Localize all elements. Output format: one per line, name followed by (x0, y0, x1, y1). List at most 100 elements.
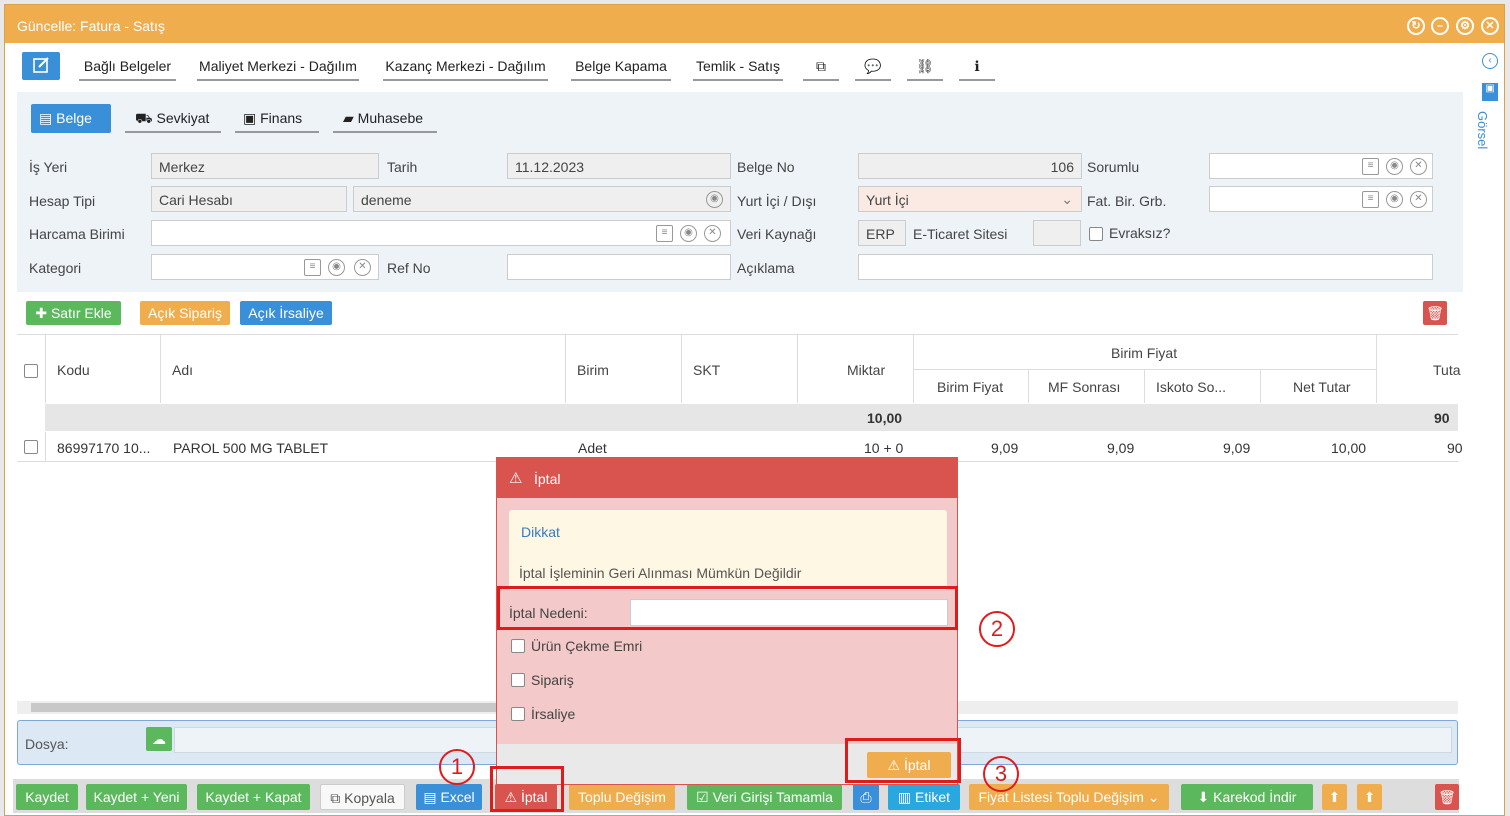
kategori-field[interactable]: ≡ ◉ ✕ (151, 254, 379, 280)
satir-ekle-button[interactable]: ✚ Satır Ekle (26, 301, 121, 325)
belge-no-field[interactable]: 106 (858, 153, 1082, 179)
eye-icon[interactable]: ◉ (1386, 191, 1403, 208)
aciklama-field[interactable] (858, 254, 1433, 280)
print-icon[interactable]: ⎙ (853, 784, 879, 810)
tab-finans[interactable]: ▣ Finans (235, 104, 319, 133)
veri-kaynagi-field[interactable]: ERP (858, 220, 906, 246)
copy-doc-icon[interactable]: ⧉ (803, 53, 839, 81)
row-adi: PAROL 500 MG TABLET (173, 440, 329, 456)
window-title: Güncelle: Fatura - Satış (17, 18, 165, 34)
refresh-icon[interactable]: ↻ (1407, 17, 1425, 35)
delete-icon[interactable]: 🗑 (1435, 784, 1459, 810)
harcama-field[interactable]: ≡ ◉ ✕ (151, 220, 731, 246)
book-icon: ▰ (343, 110, 358, 126)
sorumlu-field[interactable]: ≡ ◉ ✕ (1209, 153, 1433, 179)
edit-button[interactable] (22, 52, 60, 80)
clear-icon[interactable]: ✕ (1410, 191, 1427, 208)
ref-no-label: Ref No (387, 260, 431, 276)
cari-field[interactable]: deneme ◉ (353, 186, 731, 212)
upload-icon[interactable]: ⬆ (1322, 784, 1347, 810)
col-tutar[interactable]: Tuta (1433, 362, 1461, 378)
info-icon[interactable]: ℹ (959, 53, 995, 81)
clear-icon[interactable]: ✕ (1410, 158, 1427, 175)
col-miktar[interactable]: Miktar (847, 362, 885, 378)
plus-icon: ✚ (35, 305, 51, 321)
kategori-label: Kategori (29, 260, 82, 276)
kopyala-button[interactable]: ⧉ Kopyala (320, 784, 405, 810)
linked-docs-link[interactable]: Bağlı Belgeler (79, 53, 176, 81)
doc-close-link[interactable]: Belge Kapama (571, 53, 671, 81)
eye-icon[interactable]: ◉ (706, 191, 723, 208)
col-birim-fiyat[interactable]: Birim Fiyat (937, 379, 1003, 395)
upload-alt-icon[interactable]: ⬆ (1357, 784, 1382, 810)
settings-icon[interactable]: ⚙ (1456, 17, 1474, 35)
tab-muhasebe[interactable]: ▰ Muhasebe (333, 104, 437, 133)
truck-icon: ⛟ (135, 110, 157, 126)
acik-siparis-button[interactable]: Açık Sipariş (140, 301, 230, 325)
collapse-icon[interactable]: ‹ (1482, 53, 1498, 69)
eye-icon[interactable]: ◉ (1386, 158, 1403, 175)
list-icon[interactable]: ≡ (1362, 158, 1379, 175)
tab-belge[interactable]: ▤ Belge (31, 104, 111, 133)
kaydet-button[interactable]: Kaydet (16, 784, 78, 810)
annotation-circle-2: 2 (979, 611, 1015, 647)
profit-center-link[interactable]: Kazanç Merkezi - Dağılım (383, 53, 548, 81)
close-icon[interactable]: ✕ (1481, 17, 1499, 35)
row-mf-sonrasi: 9,09 (1107, 440, 1135, 456)
col-kodu[interactable]: Kodu (57, 362, 90, 378)
kaydet-yeni-button[interactable]: Kaydet + Yeni (86, 784, 187, 810)
eye-icon[interactable]: ◉ (328, 259, 345, 276)
clear-icon[interactable]: ✕ (354, 259, 371, 276)
col-skt[interactable]: SKT (693, 362, 720, 378)
list-icon[interactable]: ≡ (304, 259, 321, 276)
document-icon: ▤ (39, 110, 57, 126)
irsaliye-checkbox[interactable] (511, 707, 525, 721)
karekod-button[interactable]: ⬇ Karekod İndir (1181, 784, 1313, 810)
col-iskoto[interactable]: Iskoto So... (1156, 379, 1226, 395)
row-checkbox[interactable] (24, 440, 38, 454)
evraksiz-checkbox[interactable] (1089, 227, 1103, 241)
excel-button[interactable]: ▤ Excel (416, 784, 482, 810)
warning-icon: ⚠ (509, 470, 523, 487)
tab-sevkiyat[interactable]: ⛟ Sevkiyat (125, 104, 221, 133)
fat-bir-field[interactable]: ≡ ◉ ✕ (1209, 186, 1433, 212)
minimize-icon[interactable]: – (1431, 17, 1449, 35)
trash-icon[interactable]: 🗑 (1423, 301, 1447, 325)
sorumlu-label: Sorumlu (1087, 159, 1140, 175)
comment-icon[interactable]: 💬 (855, 53, 891, 81)
list-icon[interactable]: ≡ (1362, 191, 1379, 208)
veri-girisi-button[interactable]: ☑ Veri Girişi Tamamla (687, 784, 842, 810)
link-icon[interactable]: ⛓ (907, 53, 943, 81)
evraksiz-label: Evraksız? (1109, 225, 1171, 241)
eye-icon[interactable]: ◉ (680, 225, 697, 242)
scroll-thumb[interactable] (31, 703, 501, 712)
yurt-select[interactable]: Yurt İçi ⌄ (858, 186, 1082, 212)
upload-cloud-icon[interactable]: ☁ (146, 727, 172, 751)
acik-irsaliye-button[interactable]: Açık İrsaliye (240, 301, 332, 325)
col-net-tutar[interactable]: Net Tutar (1293, 379, 1351, 395)
cost-center-link[interactable]: Maliyet Merkezi - Dağılım (197, 53, 359, 81)
list-icon[interactable]: ≡ (656, 225, 673, 242)
kaydet-kapat-button[interactable]: Kaydet + Kapat (197, 784, 310, 810)
ref-no-field[interactable] (507, 254, 731, 280)
gorsel-label[interactable]: Görsel (1475, 111, 1490, 149)
image-icon[interactable]: ▣ (1482, 83, 1498, 101)
col-adi[interactable]: Adı (172, 362, 193, 378)
siparis-checkbox[interactable] (511, 673, 525, 687)
tarih-field[interactable]: 11.12.2023 (507, 153, 731, 179)
clear-icon[interactable]: ✕ (704, 225, 721, 242)
select-all-checkbox[interactable] (24, 364, 38, 378)
tab-belge-label: Belge (56, 110, 92, 126)
chevron-down-icon: ⌄ (1143, 789, 1160, 805)
temlik-link[interactable]: Temlik - Satış (693, 53, 783, 81)
urun-cekme-checkbox[interactable] (511, 639, 525, 653)
col-mf-sonrasi[interactable]: MF Sonrası (1048, 379, 1120, 395)
dialog-title: İptal (534, 471, 561, 487)
col-birim[interactable]: Birim (577, 362, 609, 378)
etiket-button[interactable]: ▥ Etiket (888, 784, 960, 810)
eticaret-field[interactable] (1033, 220, 1081, 246)
tab-finans-label: Finans (260, 110, 303, 126)
hesap-tipi-field[interactable]: Cari Hesabı (151, 186, 347, 212)
is-yeri-field[interactable]: Merkez (151, 153, 379, 179)
toplu-degisim-button[interactable]: Toplu Değişim (569, 784, 675, 810)
